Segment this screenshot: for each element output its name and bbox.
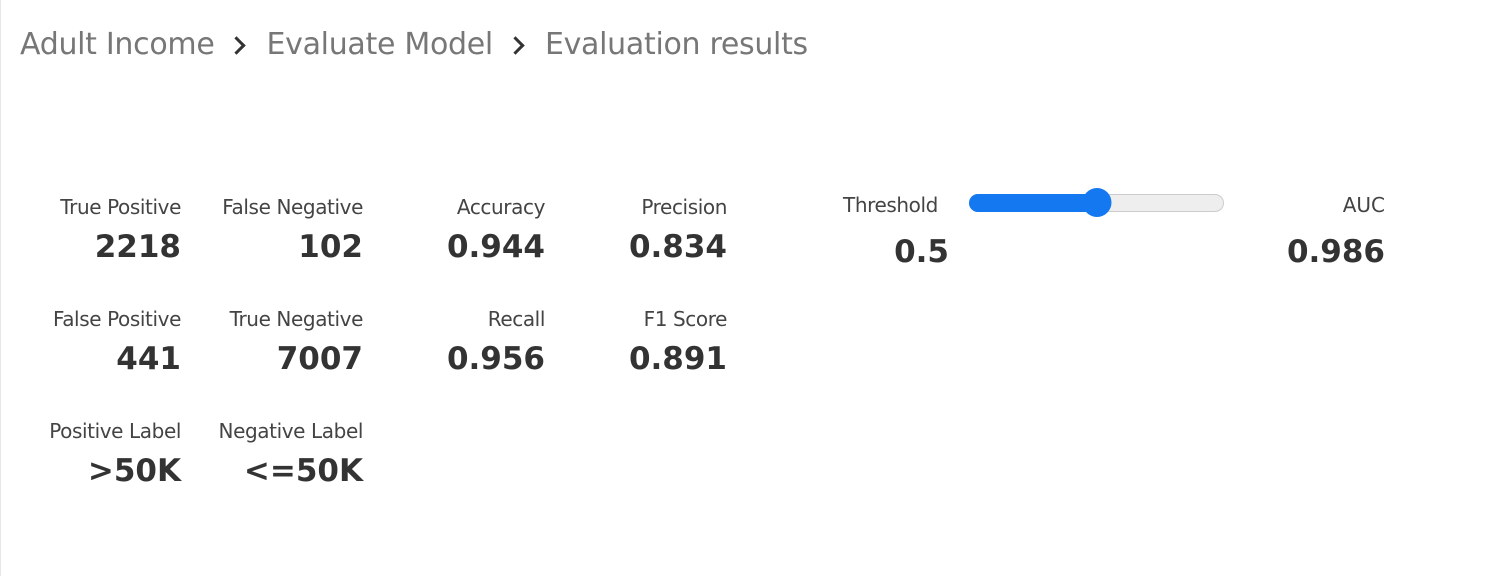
recall-metric: Recall 0.956 bbox=[447, 305, 545, 379]
f1-score-value: 0.891 bbox=[628, 341, 727, 377]
auc-label: AUC bbox=[1342, 193, 1385, 217]
accuracy-label: Accuracy bbox=[456, 195, 546, 219]
breadcrumb-item-adult-income[interactable]: Adult Income bbox=[20, 27, 215, 62]
positive-label-label: Positive Label bbox=[49, 419, 181, 443]
recall-value: 0.956 bbox=[446, 341, 545, 377]
chevron-right-icon bbox=[227, 35, 247, 55]
positive-label-metric: Positive Label >50K bbox=[49, 417, 181, 491]
positive-label-value: >50K bbox=[87, 453, 181, 489]
true-negative-value: 7007 bbox=[276, 341, 363, 377]
breadcrumb: Adult Income Evaluate Model Evaluation r… bbox=[20, 22, 808, 66]
false-negative-label: False Negative bbox=[222, 195, 363, 219]
recall-label: Recall bbox=[487, 307, 546, 331]
false-positive-label: False Positive bbox=[52, 307, 181, 331]
true-positive-metric: True Positive 2218 bbox=[60, 193, 181, 267]
true-negative-label: True Negative bbox=[229, 307, 364, 331]
auc-value: 0.986 bbox=[1286, 234, 1385, 270]
negative-label-metric: Negative Label <=50K bbox=[218, 417, 364, 491]
true-negative-metric: True Negative 7007 bbox=[229, 305, 364, 379]
negative-label-label: Negative Label bbox=[218, 419, 364, 443]
negative-label-value: <=50K bbox=[243, 453, 363, 489]
threshold-value: 0.5 bbox=[894, 234, 949, 270]
precision-metric: Precision 0.834 bbox=[629, 193, 727, 267]
accuracy-value: 0.944 bbox=[446, 229, 545, 265]
auc-metric: AUC 0.986 bbox=[1287, 191, 1385, 272]
threshold-slider-thumb[interactable] bbox=[1082, 188, 1111, 217]
breadcrumb-item-evaluate-model[interactable]: Evaluate Model bbox=[266, 27, 493, 62]
accuracy-metric: Accuracy 0.944 bbox=[447, 193, 545, 267]
threshold-label: Threshold bbox=[843, 193, 938, 217]
true-positive-value: 2218 bbox=[94, 229, 181, 265]
false-positive-value: 441 bbox=[116, 341, 181, 377]
false-negative-metric: False Negative 102 bbox=[222, 193, 363, 267]
false-negative-value: 102 bbox=[298, 229, 363, 265]
threshold-slider[interactable] bbox=[969, 188, 1224, 217]
threshold-slider-fill bbox=[969, 194, 1097, 212]
f1-score-metric: F1 Score 0.891 bbox=[629, 305, 727, 379]
f1-score-label: F1 Score bbox=[643, 307, 728, 331]
precision-label: Precision bbox=[641, 195, 727, 219]
precision-value: 0.834 bbox=[628, 229, 727, 265]
true-positive-label: True Positive bbox=[60, 195, 181, 219]
false-positive-metric: False Positive 441 bbox=[53, 305, 181, 379]
breadcrumb-item-evaluation-results: Evaluation results bbox=[544, 26, 808, 62]
panel-left-border bbox=[0, 0, 1, 576]
chevron-right-icon bbox=[506, 35, 525, 55]
